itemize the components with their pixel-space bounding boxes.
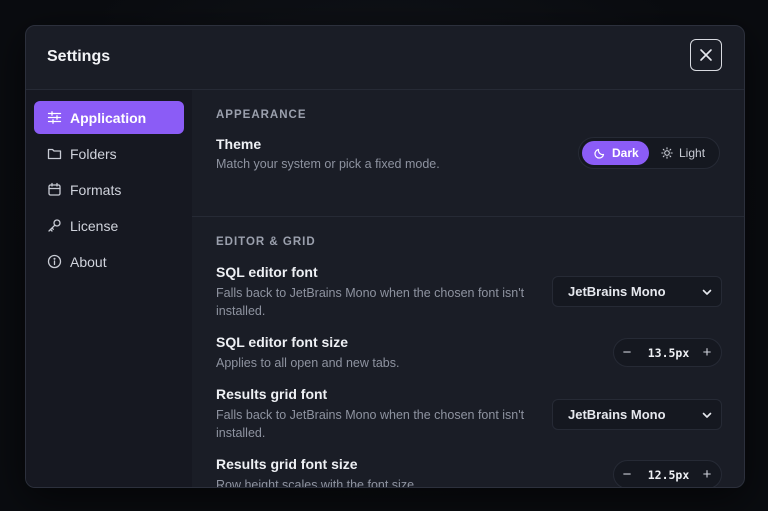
increment-button[interactable]: +	[699, 345, 715, 361]
grid-font-value: JetBrains Mono	[568, 407, 666, 422]
decrement-button[interactable]: −	[619, 345, 635, 361]
sidebar-item-label: About	[70, 253, 107, 270]
chevron-down-icon	[702, 412, 712, 418]
moon-icon	[594, 147, 606, 159]
theme-option-dark[interactable]: Dark	[582, 141, 649, 165]
info-icon	[46, 254, 62, 270]
sliders-icon	[46, 110, 62, 126]
theme-description: Match your system or pick a fixed mode.	[216, 157, 440, 171]
grid-font-label: Results grid font	[216, 386, 328, 402]
increment-button[interactable]: +	[699, 467, 715, 483]
key-icon	[46, 218, 62, 234]
section-title-appearance: APPEARANCE	[216, 109, 307, 121]
sql-font-description: Falls back to JetBrains Mono when the ch…	[216, 286, 525, 318]
grid-font-size-label: Results grid font size	[216, 456, 358, 472]
section-divider	[192, 216, 744, 217]
grid-font-select[interactable]: JetBrains Mono	[552, 399, 722, 430]
sql-font-size-stepper: − 13.5px +	[613, 338, 722, 367]
sidebar-item-formats[interactable]: Formats	[34, 173, 184, 206]
grid-font-description: Falls back to JetBrains Mono when the ch…	[216, 408, 525, 440]
sql-font-select[interactable]: JetBrains Mono	[552, 276, 722, 307]
settings-content: APPEARANCE Theme Match your system or pi…	[192, 90, 744, 487]
theme-option-label: Light	[679, 146, 706, 160]
sidebar-item-label: License	[70, 217, 119, 234]
chevron-down-icon	[702, 289, 712, 295]
sidebar-item-license[interactable]: License	[34, 209, 184, 242]
sidebar-item-label: Formats	[70, 181, 122, 198]
grid-font-size-value: 12.5px	[647, 468, 690, 482]
sidebar-item-application[interactable]: Application	[34, 101, 184, 134]
sql-font-size-label: SQL editor font size	[216, 334, 348, 350]
theme-label: Theme	[216, 136, 262, 152]
sidebar-item-about[interactable]: About	[34, 245, 184, 278]
theme-option-label: Dark	[612, 146, 639, 160]
sql-font-label: SQL editor font	[216, 264, 318, 280]
section-title-editor: EDITOR & GRID	[216, 236, 316, 248]
sql-font-size-value: 13.5px	[647, 346, 690, 360]
dialog-header: Settings	[26, 26, 744, 90]
calendar-icon	[46, 182, 62, 198]
decrement-button[interactable]: −	[619, 467, 635, 483]
theme-option-light[interactable]: Light	[651, 141, 717, 165]
grid-font-size-description: Row height scales with the font size.	[216, 478, 418, 488]
sql-font-size-description: Applies to all open and new tabs.	[216, 356, 400, 370]
dialog-title: Settings	[47, 48, 111, 65]
sidebar-item-label: Application	[70, 109, 147, 126]
grid-font-size-stepper: − 12.5px +	[613, 460, 722, 487]
settings-sidebar: Application Folders Formats License Abou…	[26, 90, 192, 487]
sql-font-value: JetBrains Mono	[568, 284, 666, 299]
sidebar-item-label: Folders	[70, 145, 117, 162]
close-icon	[700, 49, 712, 61]
sun-icon	[661, 147, 673, 159]
settings-dialog: Settings Application Folders Formats Lic…	[25, 25, 745, 488]
sidebar-item-folders[interactable]: Folders	[34, 137, 184, 170]
theme-toggle: Dark Light	[578, 137, 720, 169]
folder-icon	[46, 146, 62, 162]
close-button[interactable]	[690, 39, 722, 71]
